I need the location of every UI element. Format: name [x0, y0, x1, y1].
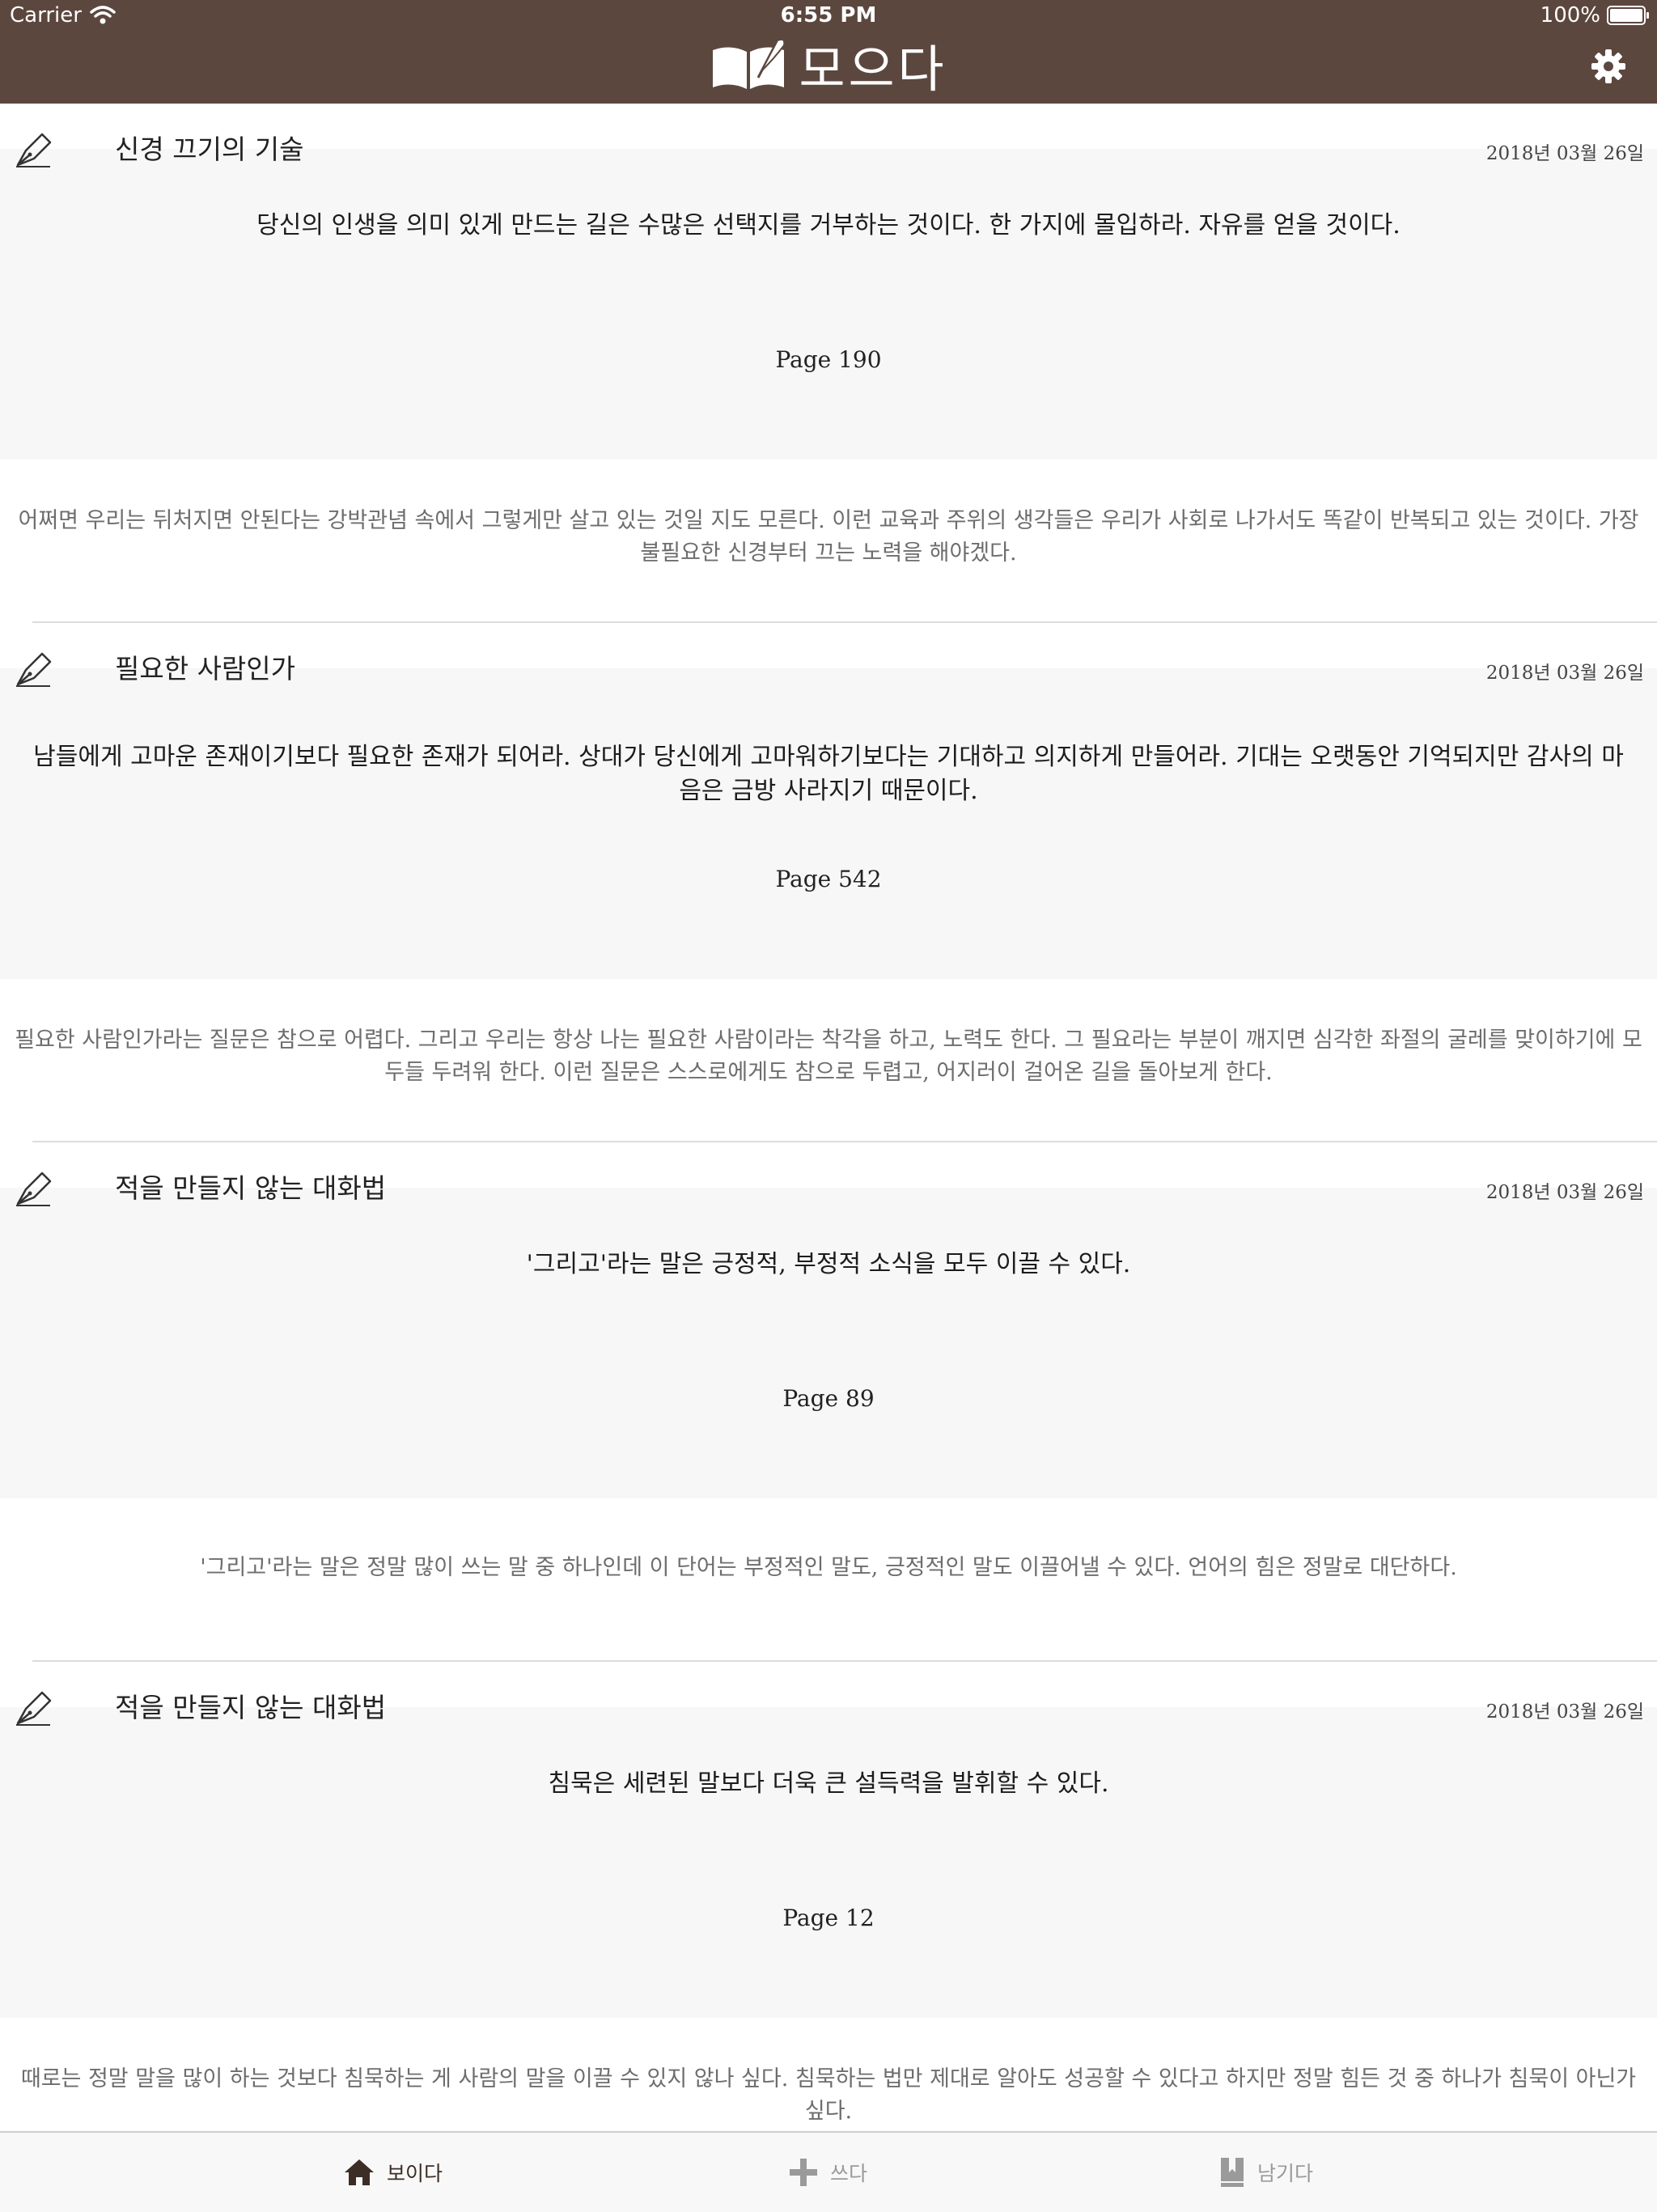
tab-bar: 보이다 쓰다 남기다: [0, 2131, 1657, 2212]
entry-date: 2018년 03월 26일: [1485, 1182, 1644, 1203]
battery-icon: [1607, 6, 1649, 25]
fountain-pen-icon: [16, 1691, 52, 1726]
entry-card[interactable]: 적을 만들지 않는 대화법 2018년 03월 26일 '그리고'라는 말은 긍…: [0, 1142, 1657, 1662]
quote-box: [0, 1707, 1657, 2018]
tab-home[interactable]: 보이다: [343, 2133, 443, 2212]
entry-quote: '그리고'라는 말은 긍정적, 부정적 소식을 모두 이끌 수 있다.: [526, 1250, 1131, 1278]
entry-page: Page 12: [782, 1905, 875, 1931]
entry-date: 2018년 03월 26일: [1485, 143, 1644, 164]
quote-box: [0, 149, 1657, 460]
fountain-pen-icon: [16, 1172, 52, 1206]
quote-box: [0, 668, 1657, 979]
entry-title: 적을 만들지 않는 대화법: [115, 1692, 387, 1723]
entry-quote: 당신의 인생을 의미 있게 만드는 길은 수많은 선택지를 거부하는 것이다. …: [256, 211, 1401, 239]
status-time: 6:55 PM: [780, 3, 877, 28]
entry-comment: 때로는 정말 말을 많이 하는 것보다 침묵하는 게 사람의 말을 이끌 수 있…: [20, 2066, 1637, 2124]
navigation-bar: Carrier 6:55 PM 100% 모으다: [0, 0, 1657, 104]
house-icon: [345, 2159, 374, 2185]
entry-page: Page 542: [775, 866, 882, 892]
battery-percent: 100%: [1540, 3, 1600, 28]
tab-save[interactable]: 남기다: [1218, 2133, 1313, 2212]
app-title-text: 모으다: [799, 40, 947, 99]
tab-save-label: 남기다: [1257, 2162, 1314, 2185]
entry-quote: 침묵은 세련된 말보다 더욱 큰 설득력을 발휘할 수 있다.: [548, 1769, 1109, 1798]
gear-icon[interactable]: [1591, 49, 1626, 84]
app-title: 모으다: [0, 32, 1657, 99]
entry-date: 2018년 03월 26일: [1485, 663, 1644, 684]
entry-comment: '그리고'라는 말은 정말 많이 쓰는 말 중 하나인데 이 단어는 부정적인 …: [200, 1555, 1457, 1580]
entry-date: 2018년 03월 26일: [1485, 1701, 1644, 1723]
entry-card[interactable]: 적을 만들지 않는 대화법 2018년 03월 26일 침묵은 세련된 말보다 …: [0, 1662, 1657, 2181]
entry-page: Page 89: [782, 1385, 875, 1412]
entry-comment: 어쩌면 우리는 뒤처지면 안된다는 강박관념 속에서 그렇게만 살고 있는 것일…: [18, 508, 1639, 566]
plus-icon: [790, 2159, 817, 2186]
fountain-pen-icon: [16, 652, 52, 687]
status-bar-right: 100%: [1540, 3, 1649, 28]
fountain-pen-icon: [16, 133, 52, 167]
entry-title: 신경 끄기의 기술: [115, 133, 304, 165]
tab-write[interactable]: 쓰다: [788, 2133, 867, 2212]
bookmark-book-icon: [1221, 2158, 1244, 2187]
tab-home-label: 보이다: [387, 2162, 443, 2185]
entry-comment: 필요한 사람인가라는 질문은 참으로 어렵다. 그리고 우리는 항상 나는 필요…: [15, 1028, 1642, 1085]
entry-card[interactable]: 신경 끄기의 기술 2018년 03월 26일 당신의 인생을 의미 있게 만드…: [0, 104, 1657, 623]
tab-write-label: 쓰다: [830, 2162, 868, 2185]
entry-title: 적을 만들지 않는 대화법: [115, 1172, 387, 1204]
quote-box: [0, 1188, 1657, 1498]
entry-title: 필요한 사람인가: [115, 653, 296, 684]
entry-card[interactable]: 필요한 사람인가 2018년 03월 26일 남들에게 고마운 존재이기보다 필…: [0, 623, 1657, 1142]
entry-page: Page 190: [775, 346, 882, 373]
entry-quote: 남들에게 고마운 존재이기보다 필요한 존재가 되어라. 상대가 당신에게 고마…: [33, 743, 1624, 805]
book-quill-icon: [713, 38, 786, 89]
entries-feed[interactable]: 신경 끄기의 기술 2018년 03월 26일 당신의 인생을 의미 있게 만드…: [0, 104, 1657, 2181]
